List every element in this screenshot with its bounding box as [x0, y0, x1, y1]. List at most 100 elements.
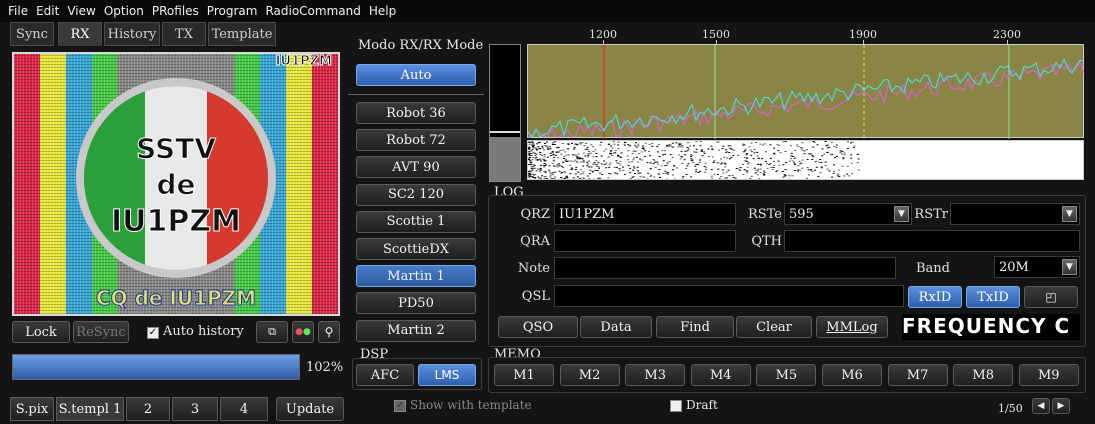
mmlog-button[interactable]: MMLog: [816, 316, 888, 338]
update-button[interactable]: Update: [276, 397, 344, 421]
waterfall-pixel: [658, 156, 661, 157]
qra-field[interactable]: [554, 230, 736, 252]
qsl-field[interactable]: [554, 285, 904, 307]
lock-button[interactable]: Lock: [12, 321, 70, 343]
menu-radiocommand[interactable]: RadioCommand: [265, 4, 360, 18]
mode-robot-36-button[interactable]: Robot 36: [356, 102, 476, 124]
waterfall-pixel: [797, 170, 800, 172]
lms-button[interactable]: LMS: [418, 364, 476, 386]
mode-pd50-button[interactable]: PD50: [356, 292, 476, 315]
rxid-button[interactable]: RxID: [908, 286, 962, 308]
mode-avt-90-button[interactable]: AVT 90: [356, 156, 476, 179]
auto-history-checkbox[interactable]: ✓: [147, 327, 159, 339]
band-select[interactable]: 20M ▼: [994, 256, 1080, 278]
waterfall-pixel: [611, 147, 614, 149]
waterfall-pixel: [798, 169, 801, 171]
memo-m4-button[interactable]: M4: [690, 364, 751, 386]
tab-sync[interactable]: Sync: [10, 22, 54, 46]
waterfall-pixel: [578, 157, 581, 159]
waterfall-pixel: [823, 153, 826, 155]
tab-template[interactable]: Template: [208, 22, 276, 46]
qso-button[interactable]: QSO: [498, 316, 578, 338]
memo-m2-button[interactable]: M2: [559, 364, 620, 386]
tab-stempl-4[interactable]: 4: [220, 397, 268, 421]
mode-robot-72-button[interactable]: Robot 72: [356, 129, 476, 152]
tab-stempl-1[interactable]: S.templ 1: [56, 397, 124, 421]
waterfall-pixel: [703, 165, 706, 167]
menu-program[interactable]: Program: [207, 4, 258, 18]
menu-view[interactable]: View: [67, 4, 95, 18]
tab-spix[interactable]: S.pix: [10, 397, 54, 421]
color-button[interactable]: ●●: [292, 321, 314, 343]
waterfall-pixel: [785, 162, 788, 164]
menu-option[interactable]: Option: [104, 4, 144, 18]
menu-help[interactable]: Help: [369, 4, 396, 18]
waterfall-display[interactable]: [527, 140, 1084, 180]
find-button[interactable]: Find: [656, 316, 734, 338]
waterfall-pixel: [609, 162, 612, 164]
waterfall-pixel: [777, 150, 780, 152]
qth-field[interactable]: [784, 230, 1080, 252]
waterfall-pixel: [808, 174, 810, 176]
qrz-field[interactable]: IU1PZM: [554, 203, 736, 225]
waterfall-pixel: [808, 153, 811, 155]
waterfall-pixel: [558, 164, 561, 166]
prev-page-button[interactable]: ◀: [1032, 398, 1050, 414]
menu-profiles[interactable]: PRofiles: [152, 4, 199, 18]
txid-button[interactable]: TxID: [966, 286, 1020, 308]
waterfall-pixel: [847, 141, 849, 143]
mode-sc2-120-button[interactable]: SC2 120: [356, 183, 476, 206]
waterfall-pixel: [739, 170, 742, 171]
memo-m8-button[interactable]: M8: [953, 364, 1014, 386]
rstr-select[interactable]: ▼: [950, 203, 1080, 225]
mode-martin-2-button[interactable]: Martin 2: [356, 319, 476, 342]
copy-image-button[interactable]: ⧉: [256, 321, 288, 343]
note-field[interactable]: [554, 257, 896, 279]
memo-m6-button[interactable]: M6: [822, 364, 882, 386]
tab-stempl-3[interactable]: 3: [172, 397, 218, 421]
menu-edit[interactable]: Edit: [36, 4, 59, 18]
mode-auto-button[interactable]: Auto: [356, 64, 476, 86]
waterfall-pixel: [678, 143, 681, 144]
waterfall-pixel: [826, 151, 829, 153]
memo-m3-button[interactable]: M3: [625, 364, 686, 386]
zoom-button[interactable]: ⚲: [318, 321, 340, 343]
waterfall-pixel: [711, 156, 714, 158]
waterfall-pixel: [807, 169, 810, 171]
spectrum-display[interactable]: [527, 44, 1085, 139]
rste-select[interactable]: 595 ▼: [784, 203, 912, 225]
resync-button[interactable]: ReSync: [73, 321, 129, 343]
memo-m5-button[interactable]: M5: [756, 364, 817, 386]
rsid-config-button[interactable]: ◰: [1024, 286, 1078, 308]
memo-m7-button[interactable]: M7: [887, 364, 948, 386]
waterfall-pixel: [549, 155, 552, 157]
waterfall-pixel: [574, 159, 577, 161]
clear-button[interactable]: Clear: [736, 316, 812, 338]
next-page-button[interactable]: ▶: [1052, 398, 1070, 414]
afc-button[interactable]: AFC: [356, 364, 414, 386]
waterfall-pixel: [764, 161, 767, 163]
waterfall-pixel: [811, 158, 814, 160]
mode-scottie-1-button[interactable]: Scottie 1: [356, 210, 476, 233]
mode-scottiedx-button[interactable]: ScottieDX: [356, 238, 476, 260]
tab-rx[interactable]: RX: [58, 22, 102, 46]
data-button[interactable]: Data: [580, 316, 652, 338]
tab-stempl-2[interactable]: 2: [126, 397, 170, 421]
waterfall-pixel: [690, 158, 693, 160]
tab-tx[interactable]: TX: [162, 22, 206, 46]
waterfall-pixel: [605, 162, 608, 164]
draft-checkbox[interactable]: [670, 400, 682, 412]
memo-m9-button[interactable]: M9: [1018, 364, 1079, 386]
waterfall-pixel: [529, 173, 531, 175]
waterfall-pixel: [562, 149, 565, 151]
waterfall-pixel: [726, 151, 729, 153]
note-label: Note: [517, 261, 550, 276]
mode-martin-1-button[interactable]: Martin 1: [356, 265, 476, 288]
waterfall-pixel: [728, 152, 731, 153]
waterfall-pixel: [695, 169, 698, 171]
menu-file[interactable]: File: [8, 4, 28, 18]
waterfall-pixel: [550, 178, 553, 179]
show-with-template-checkbox[interactable]: ✓: [394, 400, 406, 412]
memo-m1-button[interactable]: M1: [494, 364, 554, 386]
tab-history[interactable]: History: [104, 22, 160, 46]
